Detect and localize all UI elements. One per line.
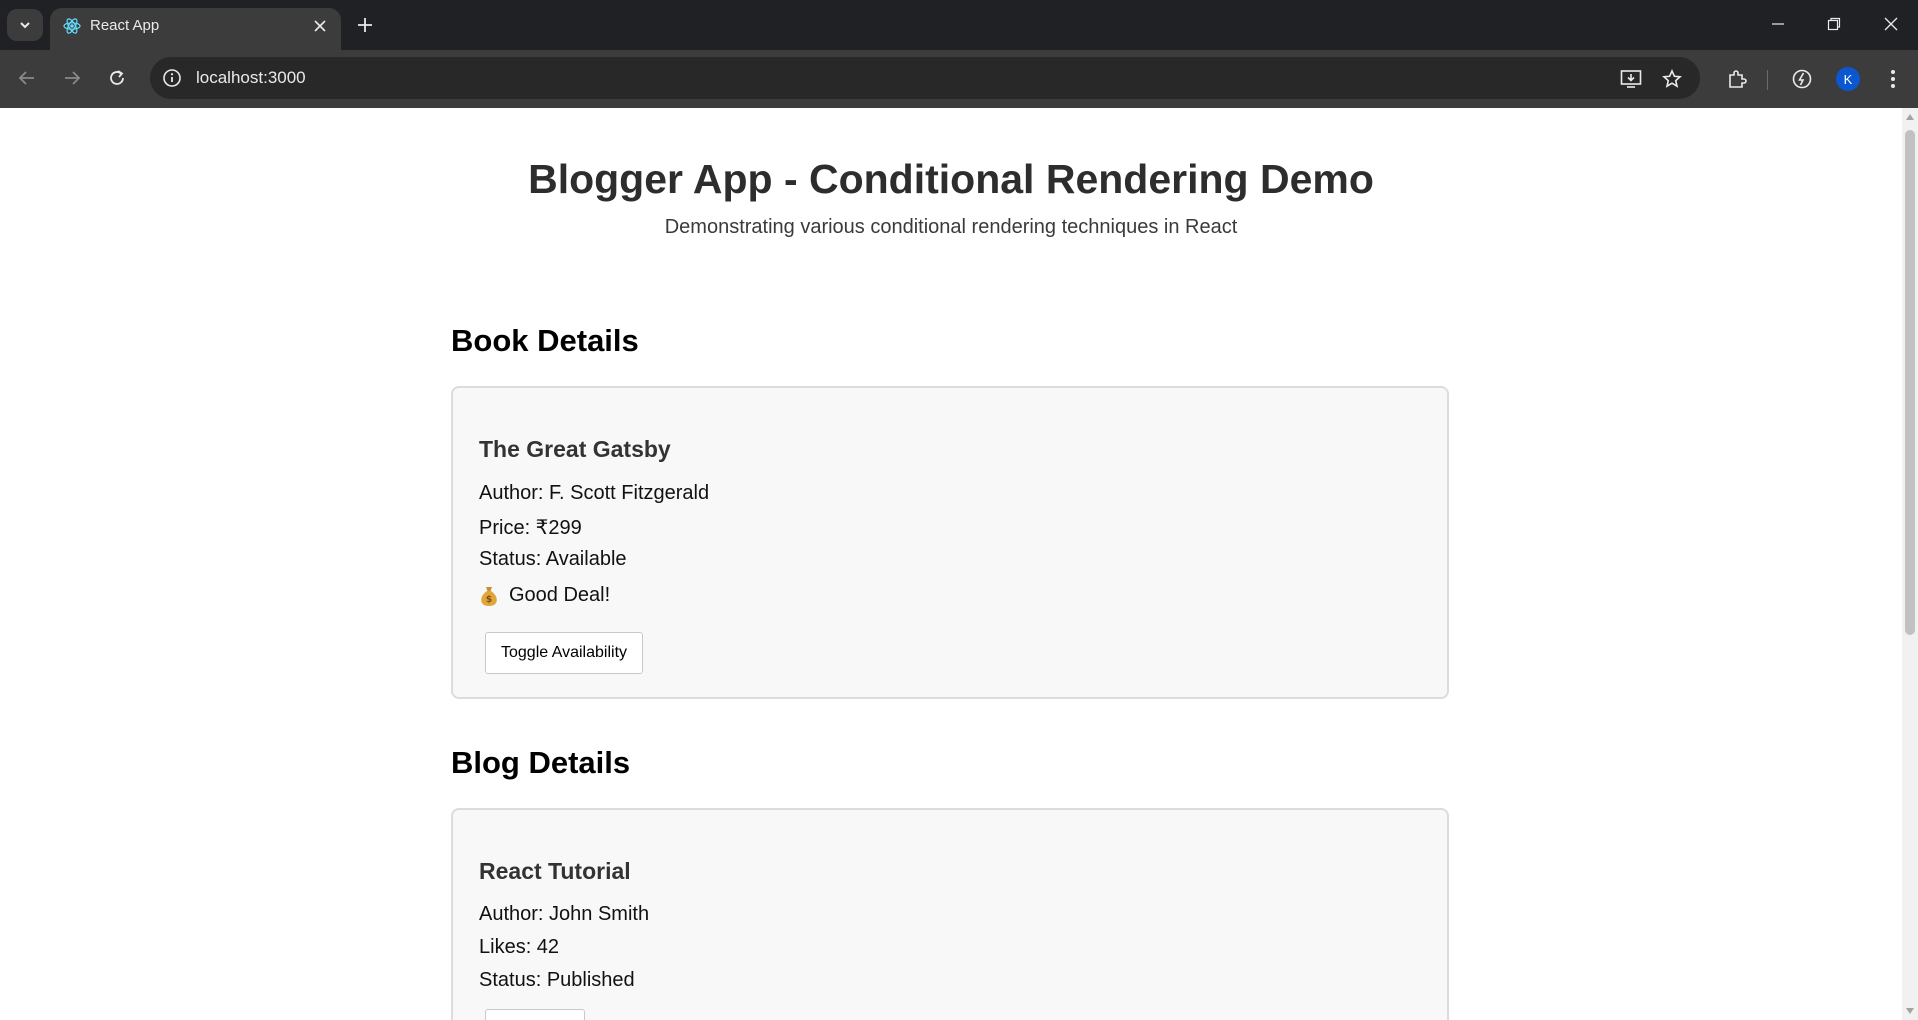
tab-strip: React App <box>0 0 1918 50</box>
window-close-icon <box>1884 17 1898 31</box>
book-card: The Great Gatsby Author: F. Scott Fitzge… <box>451 386 1449 699</box>
plus-icon <box>358 18 372 32</box>
profile-avatar[interactable]: K <box>1836 67 1860 91</box>
performance-button[interactable] <box>1788 65 1816 93</box>
blog-title: React Tutorial <box>479 858 631 884</box>
install-app-button[interactable] <box>1619 67 1643 91</box>
window-close-button[interactable] <box>1871 8 1911 40</box>
tab-search-icon <box>20 22 30 29</box>
extensions-icon <box>1729 70 1747 88</box>
star-icon <box>1662 69 1682 88</box>
new-tab-button[interactable] <box>352 12 378 38</box>
blog-section-heading: Blog Details <box>451 745 631 780</box>
book-price: Price: ₹299 <box>479 517 582 539</box>
restore-icon <box>1827 17 1841 31</box>
react-favicon-icon <box>63 18 81 34</box>
minimize-icon <box>1772 23 1784 25</box>
performance-icon <box>1792 69 1812 89</box>
toolbar-divider <box>1767 70 1768 90</box>
page-title: Blogger App - Conditional Rendering Demo <box>528 156 1374 202</box>
close-tab-button[interactable] <box>311 17 329 35</box>
active-tab[interactable]: React App <box>50 8 341 50</box>
restore-button[interactable] <box>1814 8 1854 40</box>
blog-action-button[interactable] <box>485 1009 585 1020</box>
install-app-icon <box>1620 70 1642 88</box>
page-viewport: Blogger App - Conditional Rendering Demo… <box>0 108 1902 1020</box>
address-bar[interactable]: localhost:3000 <box>150 57 1700 99</box>
blog-likes: Likes: 42 <box>479 936 560 958</box>
extensions-button[interactable] <box>1723 65 1751 93</box>
back-icon <box>18 71 34 85</box>
url-text: localhost:3000 <box>196 68 306 87</box>
scroll-up-arrow-icon[interactable] <box>1906 114 1914 120</box>
book-author: Author: F. Scott Fitzgerald <box>479 482 710 504</box>
browser-toolbar: localhost:3000 K <box>0 50 1918 108</box>
forward-button[interactable] <box>55 61 89 95</box>
svg-text:$: $ <box>486 595 492 605</box>
book-section-heading: Book Details <box>451 323 639 358</box>
reload-button[interactable] <box>100 61 134 95</box>
kebab-menu-icon <box>1891 70 1895 88</box>
bookmark-button[interactable] <box>1660 67 1684 91</box>
toggle-availability-button[interactable]: Toggle Availability <box>485 632 644 674</box>
vertical-scrollbar[interactable] <box>1902 108 1918 1020</box>
blog-author: Author: John Smith <box>479 903 650 925</box>
forward-icon <box>65 71 81 85</box>
scrollbar-thumb[interactable] <box>1905 130 1915 635</box>
reload-icon <box>110 70 124 85</box>
blog-card: React Tutorial Author: John Smith Likes:… <box>451 808 1449 1020</box>
back-button[interactable] <box>10 61 44 95</box>
info-icon <box>163 69 181 87</box>
page-subtitle: Demonstrating various conditional render… <box>664 216 1238 238</box>
good-deal-badge: $ Good Deal! <box>479 584 610 607</box>
good-deal-text: Good Deal! <box>509 584 611 606</box>
money-bag-icon: $ <box>481 586 497 606</box>
tab-search-button[interactable] <box>7 9 43 41</box>
minimize-button[interactable] <box>1758 8 1798 40</box>
close-icon <box>314 20 326 32</box>
blog-status: Status: Published <box>479 969 635 991</box>
book-title: The Great Gatsby <box>479 436 671 462</box>
book-status: Status: Available <box>479 548 627 570</box>
tab-title: React App <box>90 17 160 34</box>
scroll-down-arrow-icon[interactable] <box>1906 1008 1914 1014</box>
browser-menu-button[interactable] <box>1879 65 1907 93</box>
